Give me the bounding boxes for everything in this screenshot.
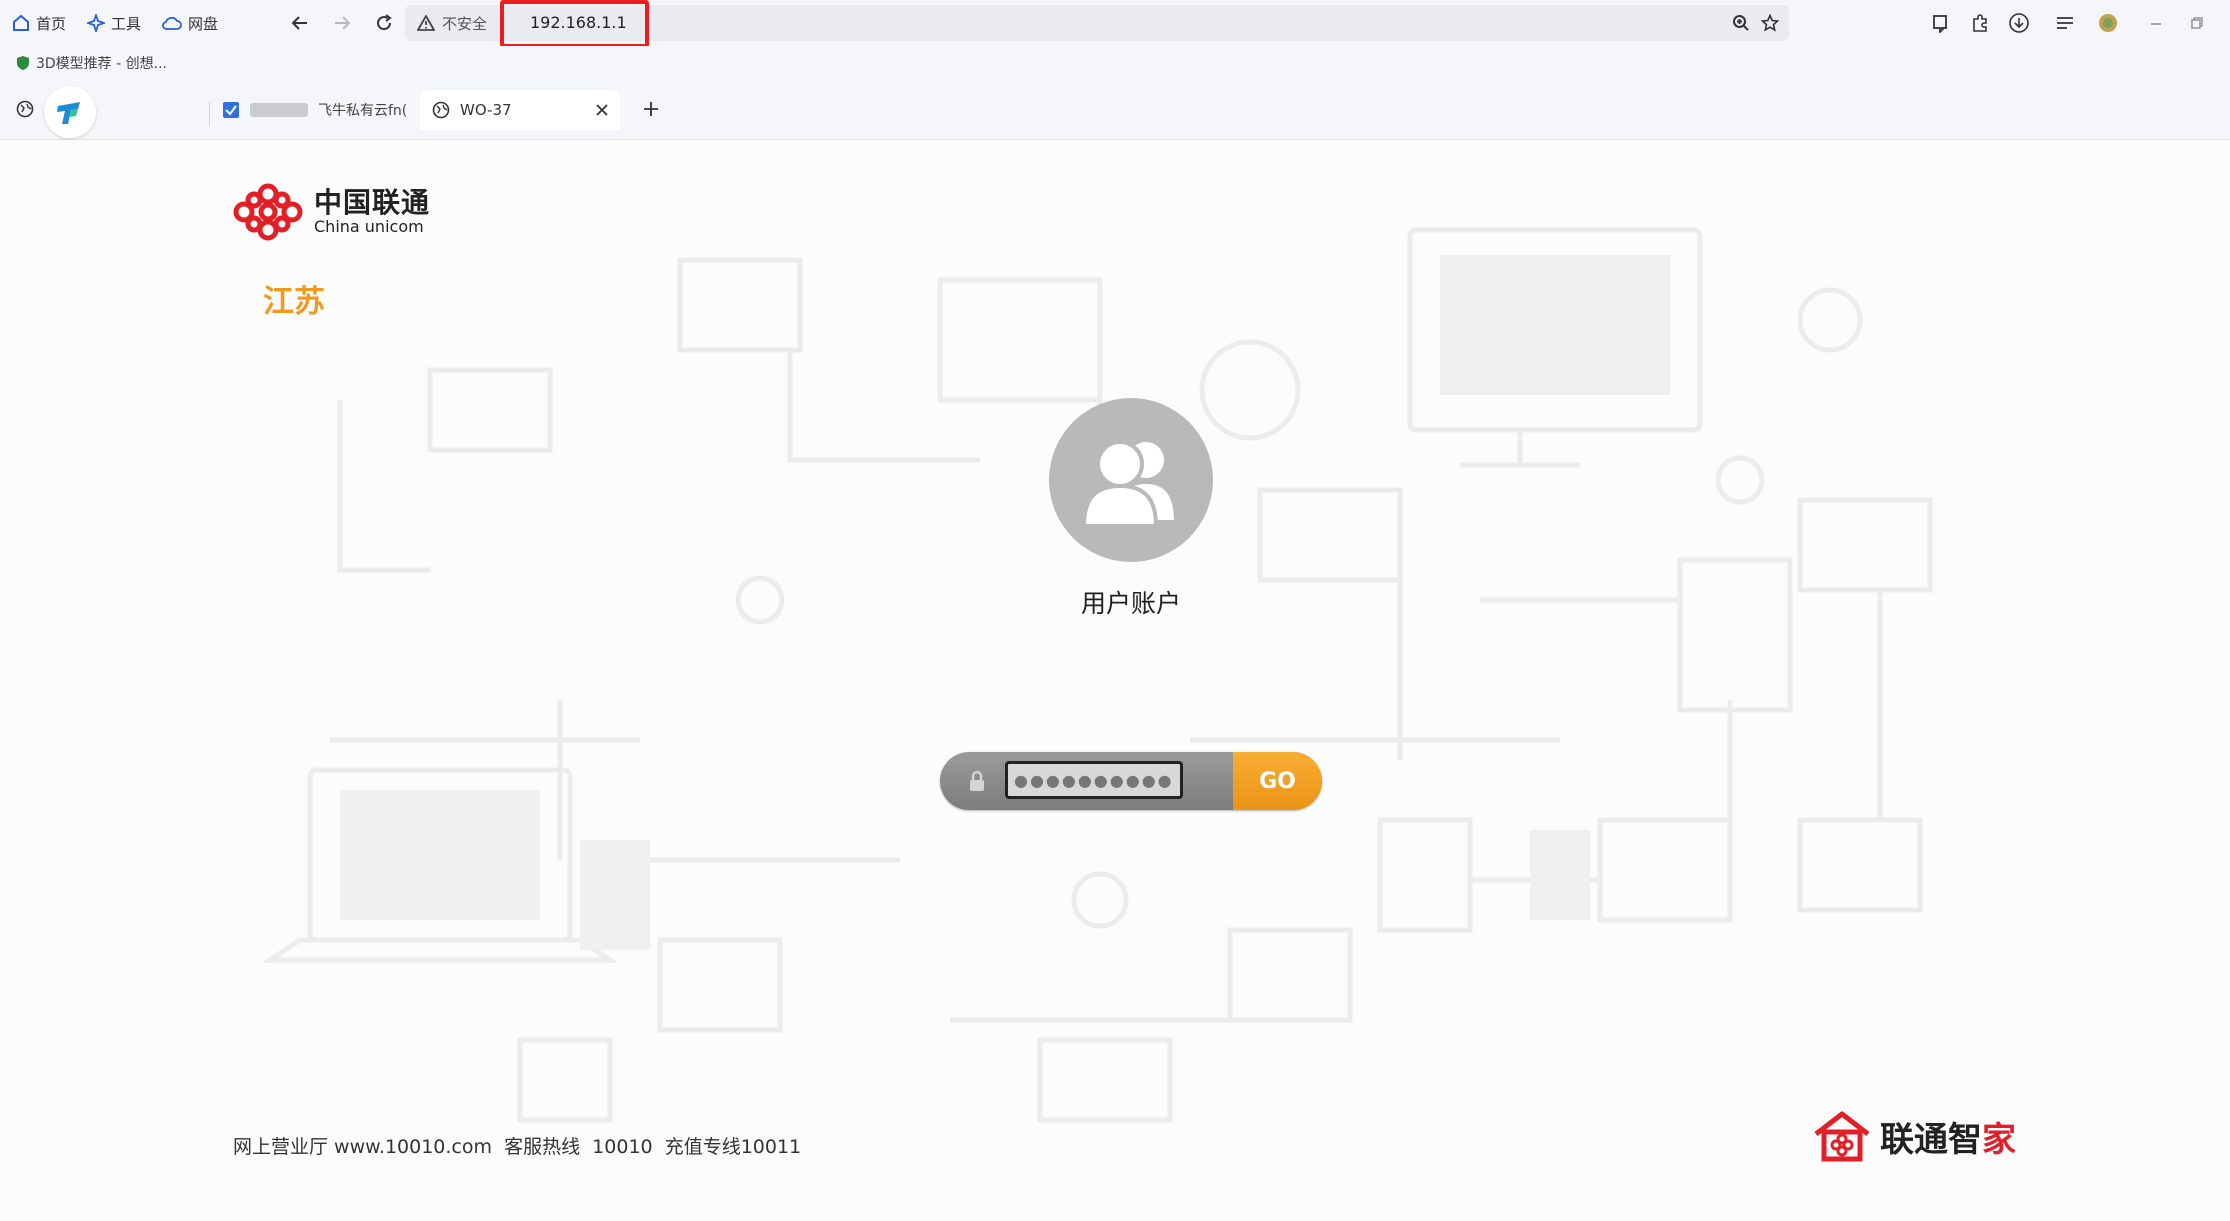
profile-avatar-icon[interactable] <box>2093 8 2123 38</box>
translate-icon[interactable] <box>1926 8 1956 38</box>
browser-toolbar: 首页 工具 网盘 不安全 192.168.1.1 <box>0 0 2230 48</box>
home-link-label: 首页 <box>36 14 67 33</box>
user-avatar <box>1049 398 1213 562</box>
tab-fnos[interactable]: 飞牛私有云fn( <box>222 90 410 130</box>
blurred-text <box>250 103 308 117</box>
tools-link[interactable]: 工具 <box>87 9 141 37</box>
bookmarks-bar: 3D模型推荐 - 创想... <box>0 46 2230 80</box>
smart-home-brand: 联通智家 <box>1812 1110 2016 1162</box>
brand-text: 联通智家 <box>1880 1112 2016 1161</box>
smart-home-icon <box>1812 1110 1872 1162</box>
site-globe-button[interactable] <box>10 94 40 124</box>
brand-prefix: 联通智 <box>1880 1119 1982 1160</box>
pinned-app-button[interactable] <box>44 86 96 138</box>
shield-icon <box>16 55 30 71</box>
home-icon <box>12 14 30 32</box>
brand-suffix: 家 <box>1982 1119 2016 1160</box>
login-bar: GO <box>940 752 1322 810</box>
reload-button[interactable] <box>369 8 399 38</box>
cloud-icon <box>162 15 182 31</box>
logo-chinese-text: 中国联通 <box>314 186 431 219</box>
back-button[interactable] <box>285 8 315 38</box>
lock-icon <box>966 767 988 795</box>
new-tab-button[interactable] <box>636 94 666 124</box>
star-icon[interactable] <box>1758 11 1782 35</box>
router-login-page: 中国联通 China unicom 江苏 用户账户 GO 网上营业厅 www.1… <box>0 140 2230 1221</box>
unicom-knot-icon <box>230 182 306 242</box>
globe-icon <box>16 100 34 118</box>
tab-divider <box>209 102 210 126</box>
globe-icon <box>432 101 450 119</box>
china-unicom-logo: 中国联通 China unicom <box>230 182 430 242</box>
password-input[interactable] <box>1005 761 1183 799</box>
tab-wo37[interactable]: WO-37 <box>420 90 620 130</box>
sparkle-icon <box>87 14 105 32</box>
warning-icon <box>417 15 435 31</box>
logo-english-text: China unicom <box>314 217 424 236</box>
minimize-icon[interactable] <box>2141 8 2171 38</box>
go-button[interactable]: GO <box>1233 752 1322 810</box>
restore-icon[interactable] <box>2182 8 2212 38</box>
home-link[interactable]: 首页 <box>12 9 66 37</box>
menu-icon[interactable] <box>2050 8 2080 38</box>
bookmark-label: 3D模型推荐 - 创想... <box>36 56 167 72</box>
background-illustration <box>261 227 1933 1123</box>
reload-icon <box>375 14 393 32</box>
account-label: 用户账户 <box>1080 589 1181 618</box>
cloud-drive-link[interactable]: 网盘 <box>162 9 218 37</box>
download-icon[interactable] <box>2004 8 2034 38</box>
tab-bar: 飞牛私有云fn( WO-37 <box>0 80 2230 140</box>
tab-fnos-title: 飞牛私有云fn( <box>318 103 408 119</box>
cloud-drive-label: 网盘 <box>188 14 219 33</box>
arrow-left-icon <box>291 14 309 32</box>
app-logo-icon <box>54 96 86 128</box>
tab-wo37-title: WO-37 <box>460 101 512 119</box>
plus-icon <box>643 101 659 117</box>
forward-button[interactable] <box>327 8 357 38</box>
users-icon <box>1076 430 1186 530</box>
zoom-icon[interactable] <box>1729 11 1753 35</box>
extensions-icon[interactable] <box>1965 8 1995 38</box>
province-label: 江苏 <box>263 284 325 320</box>
tools-link-label: 工具 <box>111 14 142 33</box>
bookmark-item[interactable]: 3D模型推荐 - 创想... <box>16 52 167 74</box>
url-highlight-box <box>500 0 649 48</box>
arrow-right-icon <box>333 14 351 32</box>
footer-contact: 网上营业厅 www.10010.com 客服热线 10010 充值专线10011 <box>233 1136 802 1158</box>
security-indicator[interactable]: 不安全 <box>417 5 487 41</box>
app-icon <box>222 101 240 119</box>
security-label: 不安全 <box>442 14 488 33</box>
close-icon[interactable] <box>596 104 608 116</box>
